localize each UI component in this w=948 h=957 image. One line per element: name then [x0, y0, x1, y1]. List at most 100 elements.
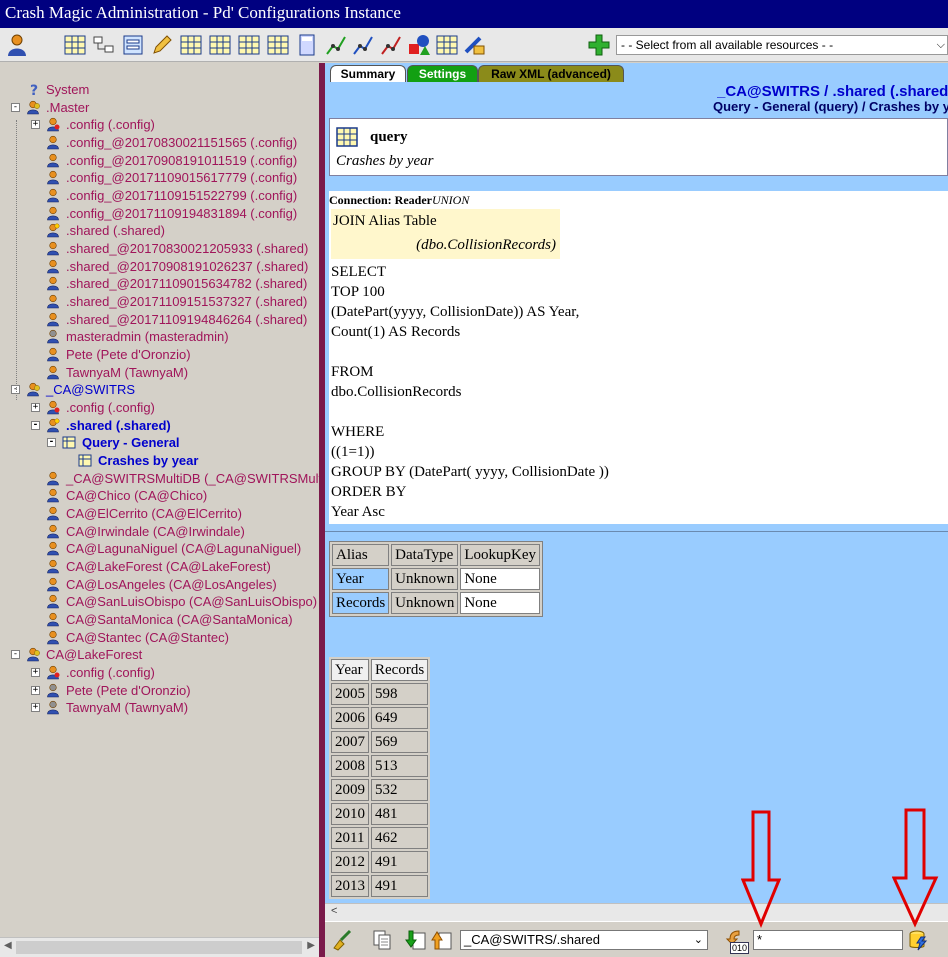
- tree-item[interactable]: + TawnyaM (TawnyaM): [0, 699, 319, 716]
- line-chart-icon[interactable]: [353, 36, 373, 55]
- table-list-icon[interactable]: [64, 35, 86, 55]
- grid-icon[interactable]: [238, 35, 260, 55]
- tree-item[interactable]: .shared_@20171109015634782 (.shared): [0, 275, 319, 292]
- tree-item[interactable]: .shared_@20171109194846264 (.shared): [0, 311, 319, 328]
- line-chart-icon[interactable]: [326, 36, 346, 55]
- tree-item[interactable]: CA@LosAngeles (CA@LosAngeles): [0, 576, 319, 593]
- tree-item[interactable]: - Query - General: [0, 434, 319, 451]
- database-lightning-icon[interactable]: [907, 929, 929, 951]
- tree-item-label: .shared (.shared): [66, 223, 165, 239]
- user-icon: [47, 559, 59, 574]
- expand-icon[interactable]: +: [31, 403, 40, 413]
- tools-icon[interactable]: [464, 36, 485, 55]
- grid-icon[interactable]: [209, 35, 231, 55]
- filter-input[interactable]: *: [753, 930, 903, 950]
- detail-horizontal-scrollbar[interactable]: <: [325, 903, 948, 921]
- records-cell: 649: [371, 707, 429, 729]
- sql-line: GROUP BY (DatePart( yyyy, CollisionDate …: [331, 464, 609, 480]
- collapse-icon[interactable]: -: [11, 650, 20, 660]
- tree-item[interactable]: CA@LagunaNiguel (CA@LagunaNiguel): [0, 540, 319, 557]
- user-icon: [47, 153, 59, 167]
- expand-icon[interactable]: +: [31, 120, 40, 130]
- add-icon[interactable]: [588, 34, 610, 56]
- tree-item[interactable]: _CA@SWITRSMultiDB (_CA@SWITRSMultiDB): [0, 470, 319, 487]
- records-cell: 532: [371, 779, 429, 801]
- grid-icon[interactable]: [267, 35, 289, 55]
- tree-item-label: .config_@20170830021151565 (.config): [66, 135, 298, 150]
- tree-item[interactable]: CA@ElCerrito (CA@ElCerrito): [0, 505, 319, 522]
- tree-item[interactable]: masteradmin (masteradmin): [0, 328, 319, 345]
- broom-icon[interactable]: [331, 929, 353, 951]
- year-cell: 2009: [331, 779, 369, 801]
- tree-item-label: System: [46, 82, 90, 97]
- tree-item[interactable]: .config_@20171109151522799 (.config): [0, 187, 319, 204]
- tree-item[interactable]: .config_@20171109015617779 (.config): [0, 169, 319, 186]
- sql-line: Year Asc: [331, 504, 385, 520]
- resource-select[interactable]: - - Select from all available resources …: [616, 35, 948, 55]
- query-description: Crashes by year: [336, 153, 434, 169]
- user-icon: [27, 100, 40, 114]
- binary-filter-button[interactable]: 010: [725, 928, 751, 954]
- download-icon[interactable]: [405, 929, 427, 951]
- expand-icon[interactable]: +: [31, 703, 40, 713]
- chevron-down-icon[interactable]: ⌄: [694, 931, 703, 949]
- expand-icon[interactable]: +: [31, 668, 40, 678]
- sql-line: TOP 100: [331, 284, 385, 300]
- chevron-down-icon[interactable]: ⌵: [937, 36, 945, 54]
- tree-item[interactable]: .shared_@20170908191026237 (.shared): [0, 258, 319, 275]
- tree-item[interactable]: - CA@LakeForest: [0, 646, 319, 663]
- path-select[interactable]: _CA@SWITRS/.shared ⌄: [460, 930, 708, 950]
- tree-item[interactable]: .config_@20171109194831894 (.config): [0, 205, 319, 222]
- tree-item[interactable]: - _CA@SWITRS: [0, 381, 319, 398]
- tree-item[interactable]: + .config (.config): [0, 399, 319, 416]
- tab-raw-xml[interactable]: Raw XML (advanced): [478, 65, 624, 82]
- tree-item[interactable]: + .config (.config): [0, 116, 319, 133]
- form-icon[interactable]: [123, 35, 143, 55]
- calculator-icon[interactable]: [299, 34, 315, 56]
- hierarchy-icon[interactable]: [93, 36, 114, 53]
- expand-icon[interactable]: +: [31, 685, 40, 695]
- tree-item[interactable]: .config_@20170908191011519 (.config): [0, 152, 319, 169]
- user-icon[interactable]: [8, 34, 26, 56]
- tab-settings[interactable]: Settings: [407, 65, 478, 82]
- tree-item-label: TawnyaM (TawnyaM): [66, 700, 189, 716]
- tree-item-label: CA@SanLuisObispo (CA@SanLuisObispo): [66, 594, 318, 610]
- tree-item[interactable]: - .shared (.shared): [0, 417, 319, 434]
- svg-text:?: ?: [30, 83, 38, 97]
- collapse-icon[interactable]: -: [11, 102, 20, 112]
- tree-item[interactable]: - .Master: [0, 99, 319, 116]
- tree-item[interactable]: .shared (.shared): [0, 222, 319, 239]
- line-chart-icon[interactable]: [381, 36, 401, 55]
- upload-icon[interactable]: [431, 929, 453, 951]
- tree-item[interactable]: ? System: [0, 81, 319, 98]
- tree-item[interactable]: .shared_@20170830021205933 (.shared): [0, 240, 319, 257]
- pencil-icon[interactable]: [153, 35, 172, 54]
- tree-item[interactable]: + Pete (Pete d'Oronzio): [0, 682, 319, 699]
- tree-item[interactable]: TawnyaM (TawnyaM): [0, 364, 319, 381]
- scroll-right-icon[interactable]: ▶: [307, 940, 315, 951]
- tree-item[interactable]: .config_@20170830021151565 (.config): [0, 134, 319, 151]
- tree-horizontal-scrollbar[interactable]: ◀ ▶: [0, 937, 319, 957]
- tab-summary[interactable]: Summary: [330, 65, 406, 82]
- scroll-left-icon[interactable]: <: [331, 905, 337, 917]
- tree-item[interactable]: CA@Irwindale (CA@Irwindale): [0, 523, 319, 540]
- grid-edit-icon[interactable]: [436, 35, 458, 55]
- year-cell: 2011: [331, 827, 369, 849]
- tree-item[interactable]: CA@LakeForest (CA@LakeForest): [0, 558, 319, 575]
- collapse-icon[interactable]: -: [47, 438, 56, 448]
- tree-item[interactable]: CA@Stantec (CA@Stantec): [0, 629, 319, 646]
- copy-icon[interactable]: [371, 929, 393, 951]
- tree-item[interactable]: .shared_@20171109151537327 (.shared): [0, 293, 319, 310]
- resource-tree[interactable]: ? System - .Master + .config (.config) .config…: [0, 63, 319, 937]
- tree-item[interactable]: CA@Chico (CA@Chico): [0, 487, 319, 504]
- tree-item[interactable]: CA@SantaMonica (CA@SantaMonica): [0, 611, 319, 628]
- scroll-left-icon[interactable]: ◀: [4, 940, 12, 951]
- grid-icon[interactable]: [180, 35, 202, 55]
- shapes-icon[interactable]: [409, 35, 430, 55]
- tree-item[interactable]: + .config (.config): [0, 664, 319, 681]
- tree-item[interactable]: Pete (Pete d'Oronzio): [0, 346, 319, 363]
- scroll-thumb[interactable]: [16, 941, 302, 954]
- collapse-icon[interactable]: -: [31, 420, 40, 430]
- tree-item[interactable]: Crashes by year: [0, 452, 319, 469]
- tree-item[interactable]: CA@SanLuisObispo (CA@SanLuisObispo): [0, 593, 319, 610]
